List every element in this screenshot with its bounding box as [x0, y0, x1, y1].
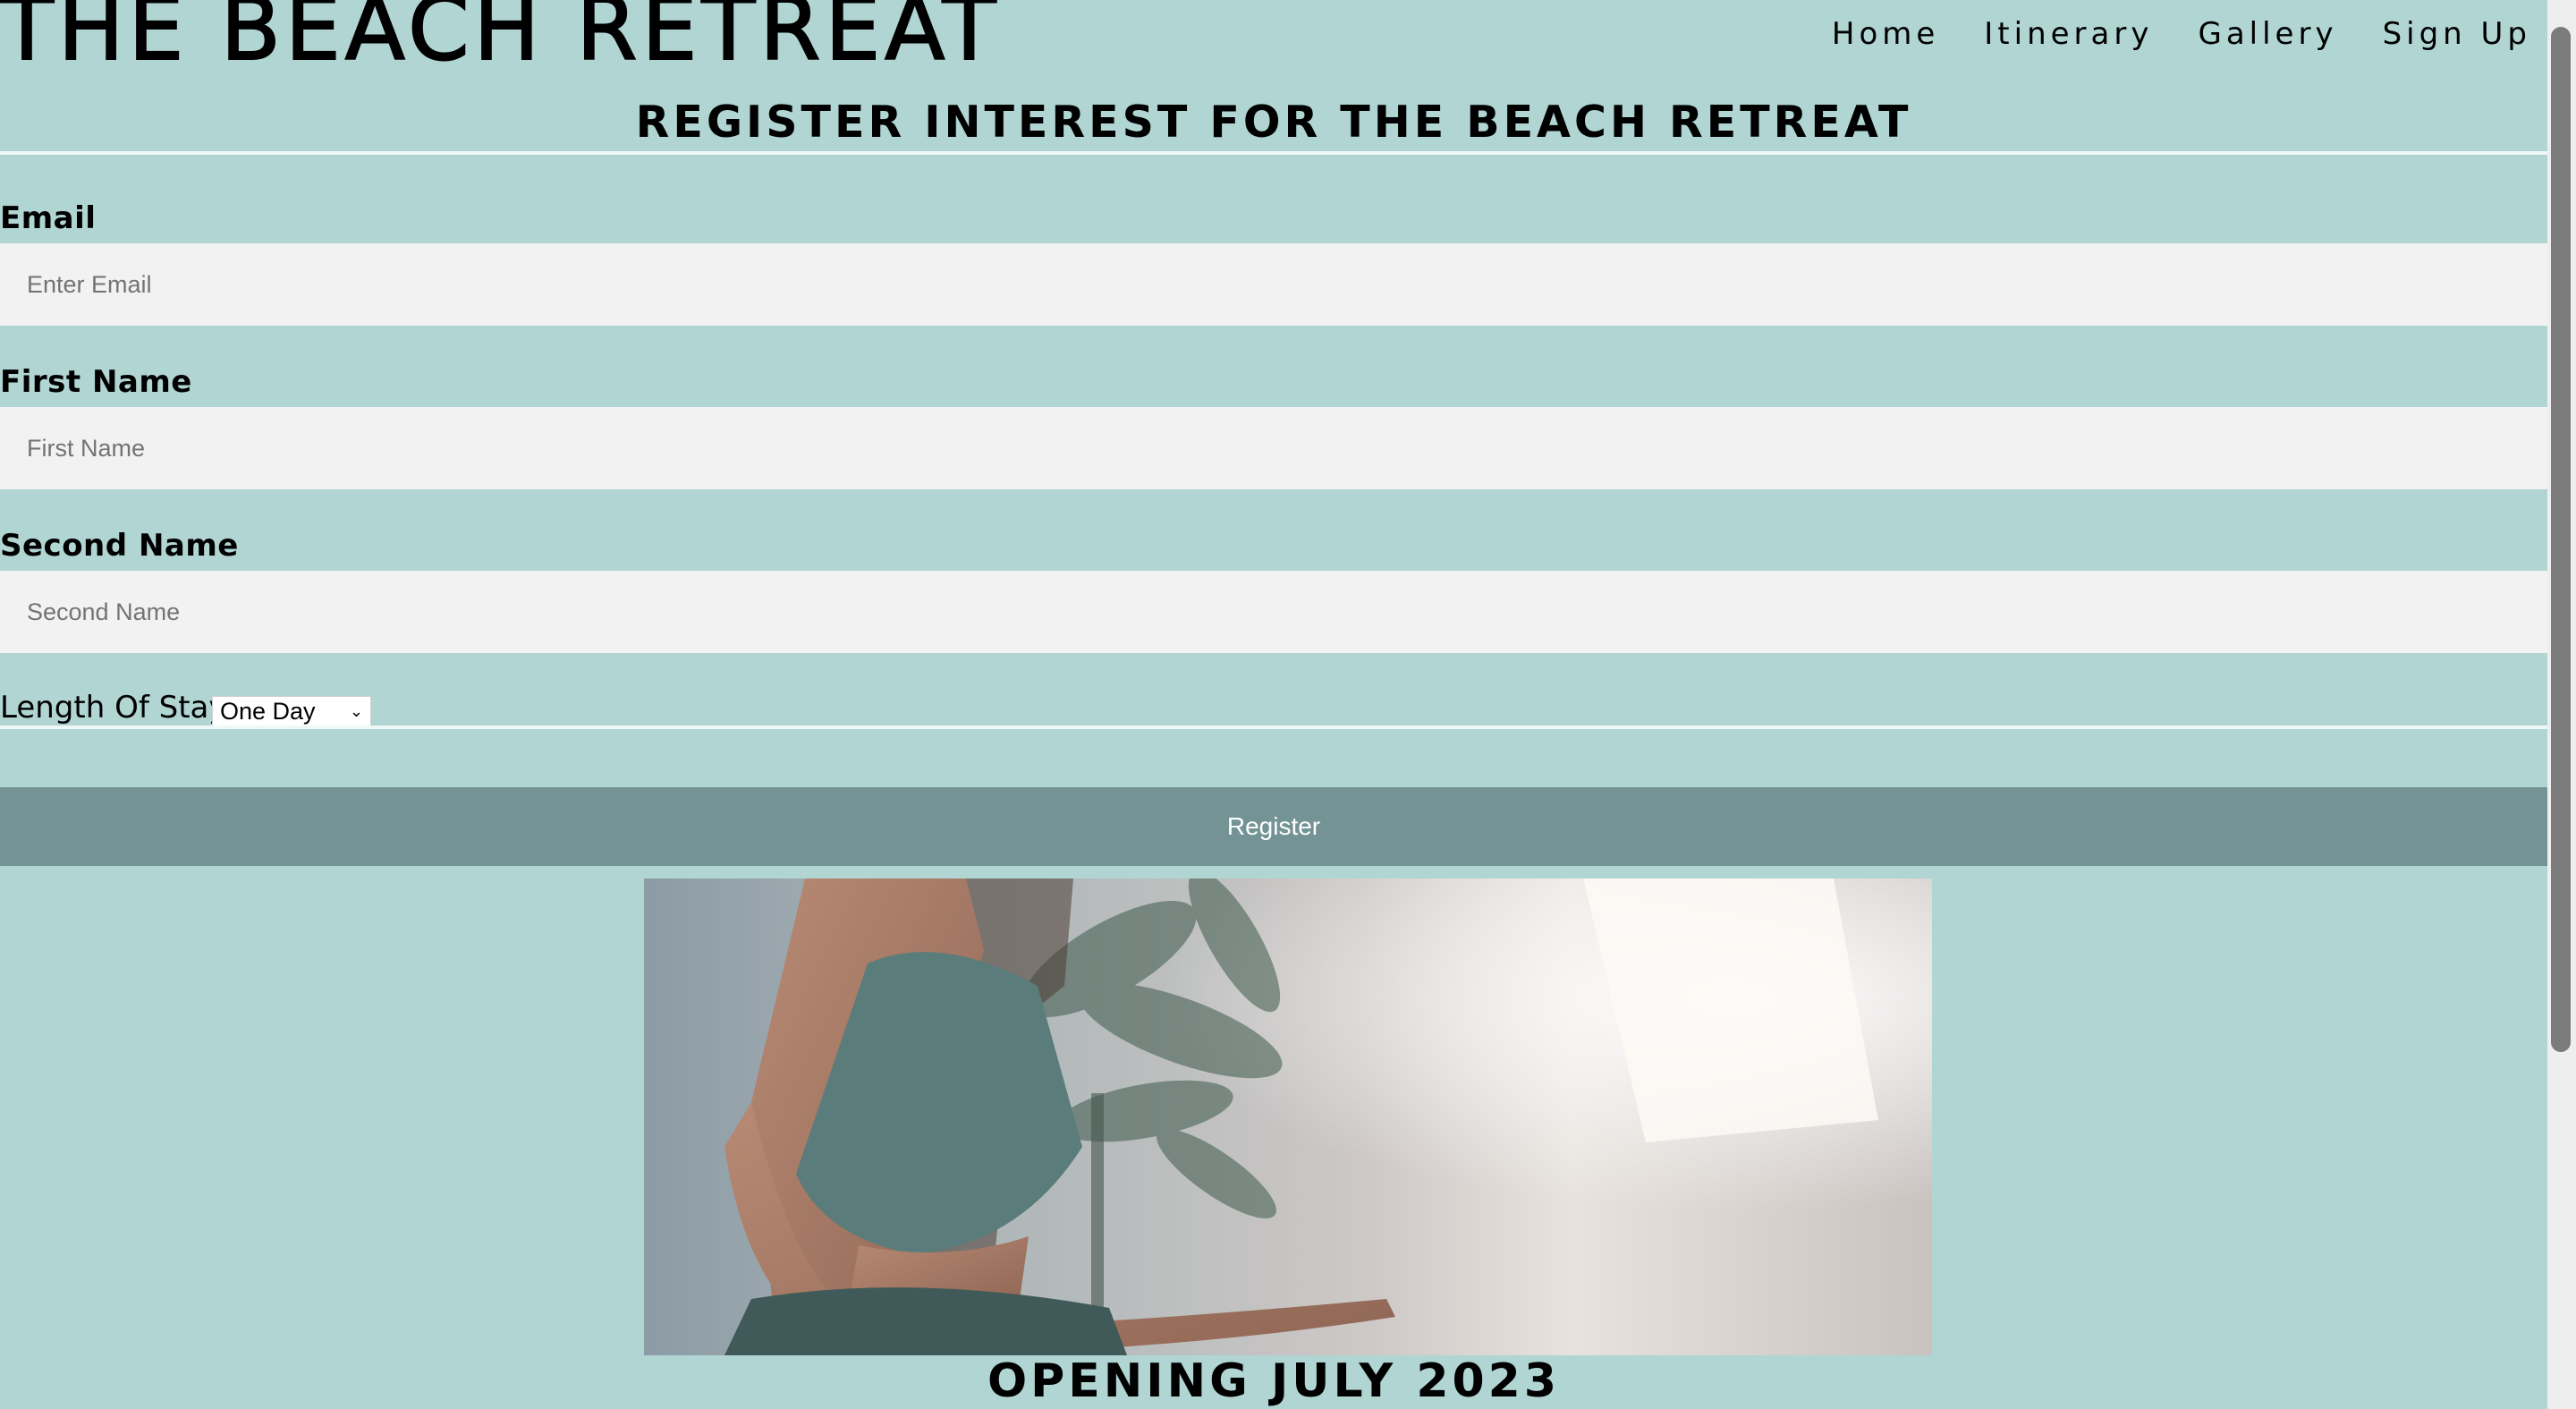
length-of-stay-label: Length Of Stay	[0, 690, 227, 726]
scrollbar-thumb[interactable]	[2551, 27, 2571, 1052]
register-heading: REGISTER INTEREST FOR THE BEACH RETREAT	[635, 97, 1912, 148]
register-button[interactable]: Register	[0, 787, 2547, 866]
first-name-label: First Name	[0, 364, 192, 400]
site-title: THE BEACH RETREAT	[0, 0, 1001, 81]
meditation-photo	[644, 879, 1932, 1355]
first-name-field[interactable]	[0, 407, 2547, 489]
opening-date: OPENING JULY 2023	[987, 1354, 1561, 1408]
length-of-stay-select[interactable]: One Day ⌄	[212, 696, 371, 726]
form-divider	[0, 726, 2547, 729]
heading-divider	[0, 151, 2547, 155]
hero-image	[644, 879, 1932, 1355]
nav-itinerary[interactable]: Itinerary	[1984, 16, 2153, 52]
chevron-down-icon: ⌄	[349, 701, 363, 720]
email-label: Email	[0, 200, 97, 236]
second-name-label: Second Name	[0, 528, 239, 564]
main-nav: Home Itinerary Gallery Sign Up	[1832, 16, 2531, 52]
nav-sign-up[interactable]: Sign Up	[2383, 16, 2531, 52]
nav-home[interactable]: Home	[1832, 16, 1939, 52]
nav-gallery[interactable]: Gallery	[2198, 16, 2337, 52]
length-of-stay-selected: One Day	[220, 697, 316, 725]
email-field[interactable]	[0, 243, 2547, 326]
second-name-field[interactable]	[0, 571, 2547, 653]
